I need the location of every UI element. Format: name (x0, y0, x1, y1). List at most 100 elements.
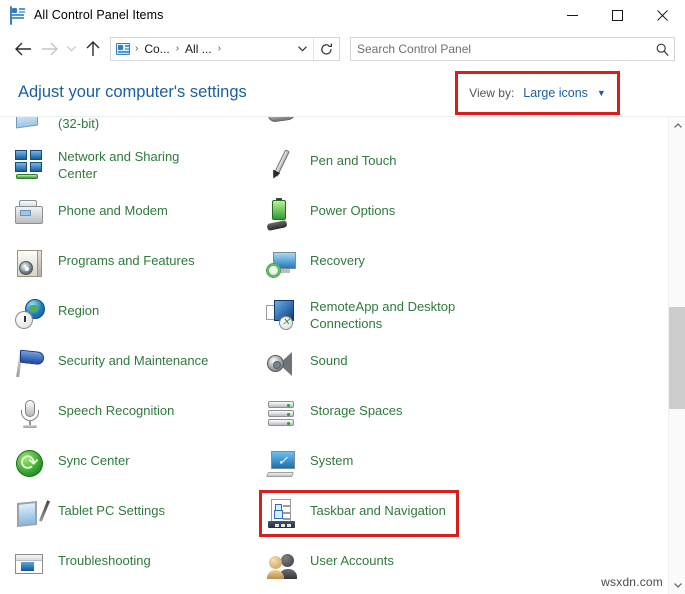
tablet-pc-icon (14, 498, 46, 530)
cp-item-mouse[interactable]: Mouse (266, 117, 536, 145)
cp-item-power-options[interactable]: Power Options (266, 195, 536, 245)
cp-item-label: Tablet PC Settings (58, 497, 165, 519)
cp-item-remoteapp-and-desktop-connections[interactable]: RemoteApp and Desktop Connections (266, 295, 536, 345)
region-icon (14, 298, 46, 330)
vertical-scrollbar[interactable] (668, 117, 685, 594)
address-bar[interactable]: › Co... › All ... › (110, 37, 340, 61)
sound-icon (266, 348, 298, 380)
cp-item-mail[interactable]: Mail (Microsoft Outlook) (32-bit) (14, 117, 284, 145)
cp-item-label: Taskbar and Navigation (310, 497, 446, 519)
breadcrumb-item-0[interactable]: Co... (142, 42, 171, 56)
window-controls (550, 0, 685, 30)
cp-item-label: Programs and Features (58, 247, 195, 269)
cp-item-label: Network and Sharing Center (58, 147, 179, 182)
storage-spaces-icon (266, 398, 298, 430)
maximize-button[interactable] (595, 0, 640, 30)
cp-item-sound[interactable]: Sound (266, 345, 536, 395)
address-dropdown-button[interactable] (291, 38, 313, 60)
cp-item-user-accounts[interactable]: User Accounts (266, 545, 536, 594)
cp-item-label: Phone and Modem (58, 197, 168, 219)
search-box[interactable] (350, 37, 675, 61)
cp-item-taskbar-and-navigation[interactable]: Taskbar and Navigation (266, 495, 536, 545)
cp-item-label: User Accounts (310, 547, 394, 569)
cp-item-label: Troubleshooting (58, 547, 151, 569)
programs-features-icon (14, 248, 46, 280)
cp-item-storage-spaces[interactable]: Storage Spaces (266, 395, 536, 445)
cp-item-label: Region (58, 297, 99, 319)
view-by-label: View by: (469, 86, 514, 100)
cp-item-label: Power Options (310, 197, 395, 219)
cp-item-label: Sync Center (58, 447, 130, 469)
scrollbar-thumb[interactable] (669, 307, 685, 409)
recent-locations-button[interactable] (62, 36, 80, 62)
navigation-bar: › Co... › All ... › (0, 30, 685, 68)
cp-item-label: Mail (Microsoft Outlook) (32-bit) (58, 117, 195, 132)
scroll-down-arrow-icon[interactable] (669, 577, 685, 594)
cp-item-label: RemoteApp and Desktop Connections (310, 297, 455, 332)
recovery-icon (266, 248, 298, 280)
up-button[interactable] (80, 36, 106, 62)
search-icon[interactable] (650, 43, 674, 56)
cp-item-pen-and-touch[interactable]: Pen and Touch (266, 145, 536, 195)
watermark: wsxdn.com (601, 575, 663, 589)
cp-item-label: Pen and Touch (310, 147, 397, 169)
troubleshooting-icon (14, 548, 46, 580)
breadcrumb-separator: › (131, 44, 142, 54)
speech-recognition-icon (14, 398, 46, 430)
cp-item-sync-center[interactable]: Sync Center (14, 445, 284, 495)
cp-item-programs-and-features[interactable]: Programs and Features (14, 245, 284, 295)
cp-item-system[interactable]: System (266, 445, 536, 495)
network-sharing-icon (14, 148, 46, 180)
breadcrumb[interactable]: › Co... › All ... › (111, 41, 291, 57)
search-input[interactable] (351, 38, 650, 60)
cp-item-label: System (310, 447, 353, 469)
cp-item-tablet-pc-settings[interactable]: Tablet PC Settings (14, 495, 284, 545)
cp-item-recovery[interactable]: Recovery (266, 245, 536, 295)
breadcrumb-separator: › (172, 44, 183, 54)
forward-button[interactable] (36, 36, 62, 62)
cp-item-label: Speech Recognition (58, 397, 174, 419)
scroll-up-arrow-icon[interactable] (669, 117, 685, 134)
breadcrumb-separator: › (214, 44, 225, 54)
items-viewport: Mail (Microsoft Outlook) (32-bit) Networ… (0, 117, 668, 594)
mouse-icon (266, 117, 298, 130)
close-button[interactable] (640, 0, 685, 30)
items-column-left: Mail (Microsoft Outlook) (32-bit) Networ… (14, 117, 284, 594)
mail-icon (14, 117, 46, 130)
remoteapp-icon (266, 298, 298, 330)
refresh-button[interactable] (313, 38, 339, 60)
view-by-value[interactable]: Large icons (523, 86, 588, 100)
power-options-icon (266, 198, 298, 230)
header-row: Adjust your computer's settings View by:… (0, 68, 685, 116)
items-column-right: Mouse Pen and Touch Power Options (266, 117, 536, 594)
view-by-highlight-box: View by: Large icons ▼ (455, 71, 620, 115)
minimize-button[interactable] (550, 0, 595, 30)
security-maintenance-icon (14, 348, 46, 380)
sync-center-icon (14, 448, 46, 480)
taskbar-navigation-icon (266, 498, 298, 530)
control-panel-window: All Control Panel Items (0, 0, 685, 594)
cp-item-label: Recovery (310, 247, 365, 269)
cp-item-troubleshooting[interactable]: Troubleshooting (14, 545, 284, 594)
pen-touch-icon (266, 148, 298, 180)
cp-item-region[interactable]: Region (14, 295, 284, 345)
system-icon (266, 448, 298, 480)
breadcrumb-item-1[interactable]: All ... (183, 42, 214, 56)
breadcrumb-control-panel-icon (115, 41, 131, 57)
cp-item-label: Mouse (310, 117, 349, 119)
cp-item-label: Storage Spaces (310, 397, 403, 419)
control-panel-icon (10, 7, 26, 23)
cp-item-speech-recognition[interactable]: Speech Recognition (14, 395, 284, 445)
window-title: All Control Panel Items (34, 8, 163, 22)
user-accounts-icon (266, 548, 298, 580)
chevron-down-icon[interactable]: ▼ (597, 89, 606, 98)
back-button[interactable] (10, 36, 36, 62)
cp-item-label: Security and Maintenance (58, 347, 208, 369)
items-content-area: Mail (Microsoft Outlook) (32-bit) Networ… (0, 116, 685, 594)
cp-item-phone-and-modem[interactable]: Phone and Modem (14, 195, 284, 245)
cp-item-network-and-sharing-center[interactable]: Network and Sharing Center (14, 145, 284, 195)
title-bar: All Control Panel Items (0, 0, 685, 30)
page-title: Adjust your computer's settings (18, 83, 247, 102)
cp-item-label: Sound (310, 347, 348, 369)
cp-item-security-and-maintenance[interactable]: Security and Maintenance (14, 345, 284, 395)
